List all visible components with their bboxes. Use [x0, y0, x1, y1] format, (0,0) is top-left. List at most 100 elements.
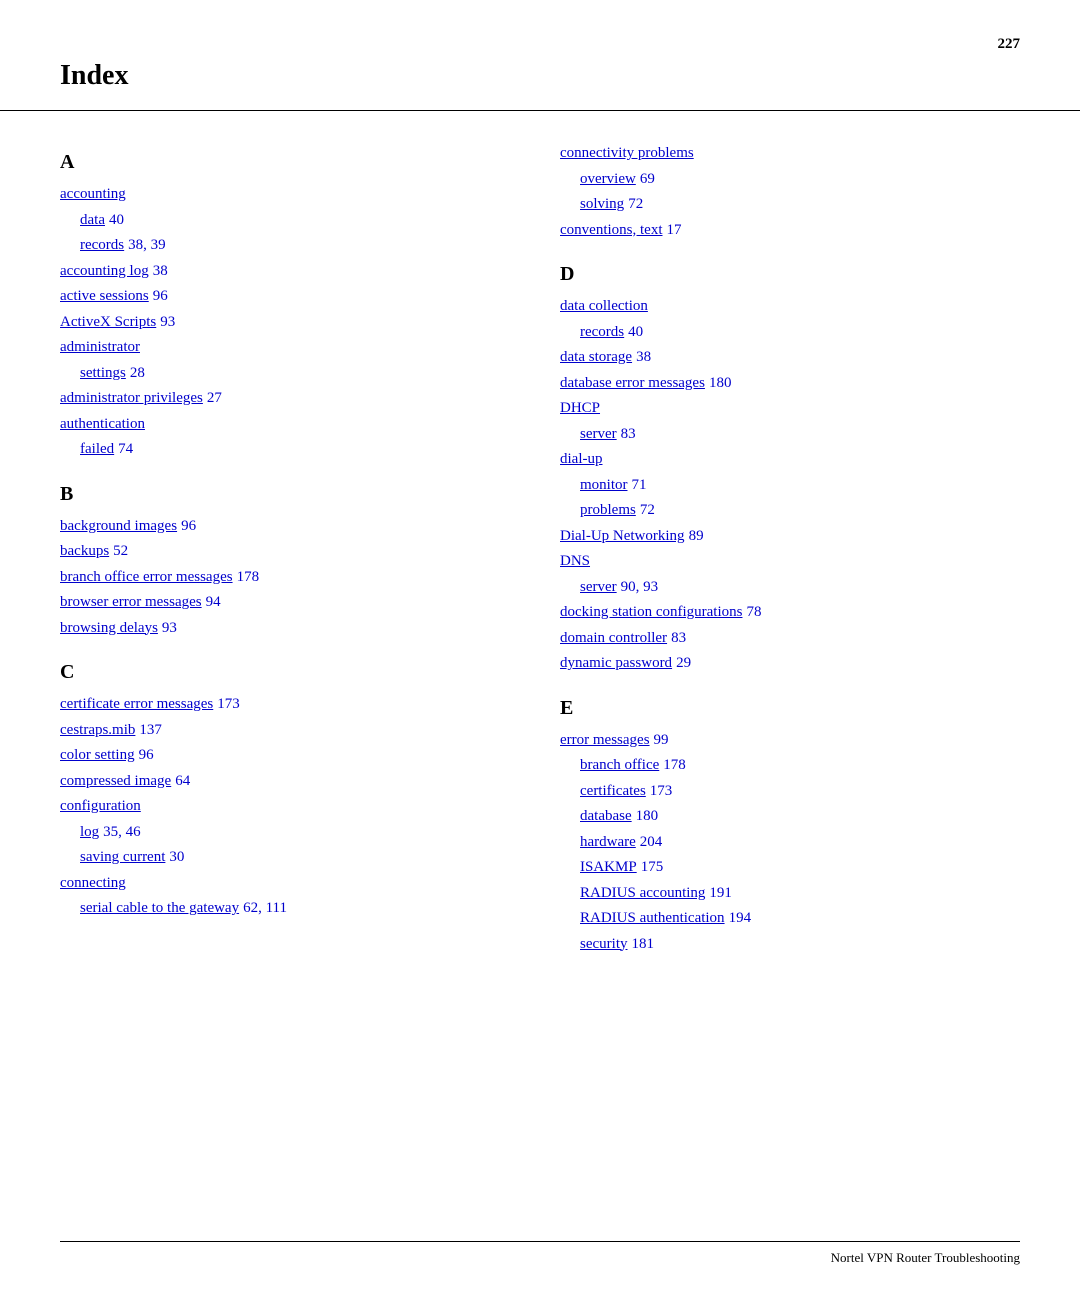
page-ref: 38	[636, 345, 651, 371]
index-section: Eerror messages 99branch office 178certi…	[560, 697, 1020, 958]
index-link[interactable]: active sessions	[60, 284, 149, 310]
index-link[interactable]: branch office error messages	[60, 565, 233, 591]
index-sub-link[interactable]: saving current	[80, 845, 165, 871]
index-entry-parent: connectivity problems	[560, 141, 1020, 167]
index-link[interactable]: accounting log	[60, 259, 149, 285]
page-ref: 93	[162, 616, 177, 642]
index-link[interactable]: connecting	[60, 871, 126, 897]
index-sub-entry: log 35, 46	[60, 820, 520, 846]
index-sub-entry: branch office 178	[560, 753, 1020, 779]
index-sub-entry: server 90, 93	[560, 575, 1020, 601]
index-sub-entry: ISAKMP 175	[560, 855, 1020, 881]
index-link[interactable]: conventions, text	[560, 218, 662, 244]
index-entry: compressed image 64	[60, 769, 520, 795]
index-link[interactable]: dynamic password	[560, 651, 672, 677]
index-entry: color setting 96	[60, 743, 520, 769]
index-link[interactable]: Dial-Up Networking	[560, 524, 685, 550]
index-entry-parent: authentication	[60, 412, 520, 438]
page-title-section: Index	[0, 0, 1080, 111]
index-sub-entry: data 40	[60, 208, 520, 234]
page-number: 227	[998, 36, 1021, 53]
index-entry: backups 52	[60, 539, 520, 565]
index-link[interactable]: compressed image	[60, 769, 171, 795]
index-sub-link[interactable]: server	[580, 575, 617, 601]
index-sub-link[interactable]: settings	[80, 361, 126, 387]
index-sub-link[interactable]: database	[580, 804, 632, 830]
index-link[interactable]: administrator	[60, 335, 140, 361]
page-ref: 96	[181, 514, 196, 540]
index-sub-link[interactable]: log	[80, 820, 99, 846]
index-link[interactable]: browser error messages	[60, 590, 202, 616]
page-ref: 78	[746, 600, 761, 626]
index-link[interactable]: accounting	[60, 182, 126, 208]
footer: Nortel VPN Router Troubleshooting	[60, 1241, 1020, 1266]
index-section: Ddata collectionrecords 40data storage 3…	[560, 263, 1020, 677]
index-entry-parent: data collection	[560, 294, 1020, 320]
index-sub-entry: server 83	[560, 422, 1020, 448]
index-link[interactable]: backups	[60, 539, 109, 565]
index-sub-link[interactable]: RADIUS authentication	[580, 906, 725, 932]
index-sub-entry: serial cable to the gateway 62, 111	[60, 896, 520, 922]
index-link[interactable]: certificate error messages	[60, 692, 213, 718]
index-link[interactable]: cestraps.mib	[60, 718, 135, 744]
index-sub-link[interactable]: branch office	[580, 753, 659, 779]
index-sub-entry: solving 72	[560, 192, 1020, 218]
index-link[interactable]: connectivity problems	[560, 141, 694, 167]
index-link[interactable]: browsing delays	[60, 616, 158, 642]
index-sub-link[interactable]: failed	[80, 437, 114, 463]
index-entry: branch office error messages 178	[60, 565, 520, 591]
index-sub-link[interactable]: solving	[580, 192, 624, 218]
index-sub-link[interactable]: records	[80, 233, 124, 259]
index-link[interactable]: data storage	[560, 345, 632, 371]
index-sub-entry: security 181	[560, 932, 1020, 958]
index-link[interactable]: administrator privileges	[60, 386, 203, 412]
index-link[interactable]: background images	[60, 514, 177, 540]
index-link[interactable]: DNS	[560, 549, 590, 575]
index-link[interactable]: error messages	[560, 728, 650, 754]
index-link[interactable]: dial-up	[560, 447, 603, 473]
index-sub-link[interactable]: records	[580, 320, 624, 346]
index-sub-link[interactable]: server	[580, 422, 617, 448]
index-sub-link[interactable]: problems	[580, 498, 636, 524]
section-letter: A	[60, 151, 520, 174]
index-sub-link[interactable]: serial cable to the gateway	[80, 896, 239, 922]
index-link[interactable]: data collection	[560, 294, 648, 320]
index-sub-entry: RADIUS accounting 191	[560, 881, 1020, 907]
index-link[interactable]: color setting	[60, 743, 135, 769]
index-link[interactable]: DHCP	[560, 396, 600, 422]
index-sub-link[interactable]: certificates	[580, 779, 646, 805]
left-column: Aaccountingdata 40records 38, 39accounti…	[60, 141, 520, 977]
page-ref: 173	[217, 692, 240, 718]
index-section: Bbackground images 96backups 52branch of…	[60, 483, 520, 642]
index-entry: conventions, text 17	[560, 218, 1020, 244]
index-entry: background images 96	[60, 514, 520, 540]
page-ref: 94	[206, 590, 221, 616]
index-sub-link[interactable]: data	[80, 208, 105, 234]
index-entry-parent: administrator	[60, 335, 520, 361]
index-sub-entry: saving current 30	[60, 845, 520, 871]
index-link[interactable]: domain controller	[560, 626, 667, 652]
index-link[interactable]: authentication	[60, 412, 145, 438]
index-sub-link[interactable]: monitor	[580, 473, 628, 499]
page-ref: 178	[237, 565, 260, 591]
index-link[interactable]: configuration	[60, 794, 141, 820]
index-link[interactable]: ActiveX Scripts	[60, 310, 156, 336]
index-sub-entry: settings 28	[60, 361, 520, 387]
index-sub-entry: certificates 173	[560, 779, 1020, 805]
index-entry: domain controller 83	[560, 626, 1020, 652]
index-entry: database error messages 180	[560, 371, 1020, 397]
index-entry: docking station configurations 78	[560, 600, 1020, 626]
index-entry-parent: DNS	[560, 549, 1020, 575]
index-sub-link[interactable]: ISAKMP	[580, 855, 637, 881]
index-sub-link[interactable]: security	[580, 932, 627, 958]
index-entry: dynamic password 29	[560, 651, 1020, 677]
index-entry-parent: dial-up	[560, 447, 1020, 473]
page-ref: 38	[153, 259, 168, 285]
index-sub-link[interactable]: RADIUS accounting	[580, 881, 705, 907]
index-link[interactable]: docking station configurations	[560, 600, 742, 626]
index-entry: browsing delays 93	[60, 616, 520, 642]
index-sub-link[interactable]: hardware	[580, 830, 636, 856]
index-sub-link[interactable]: overview	[580, 167, 636, 193]
page-ref: 96	[139, 743, 154, 769]
index-link[interactable]: database error messages	[560, 371, 705, 397]
